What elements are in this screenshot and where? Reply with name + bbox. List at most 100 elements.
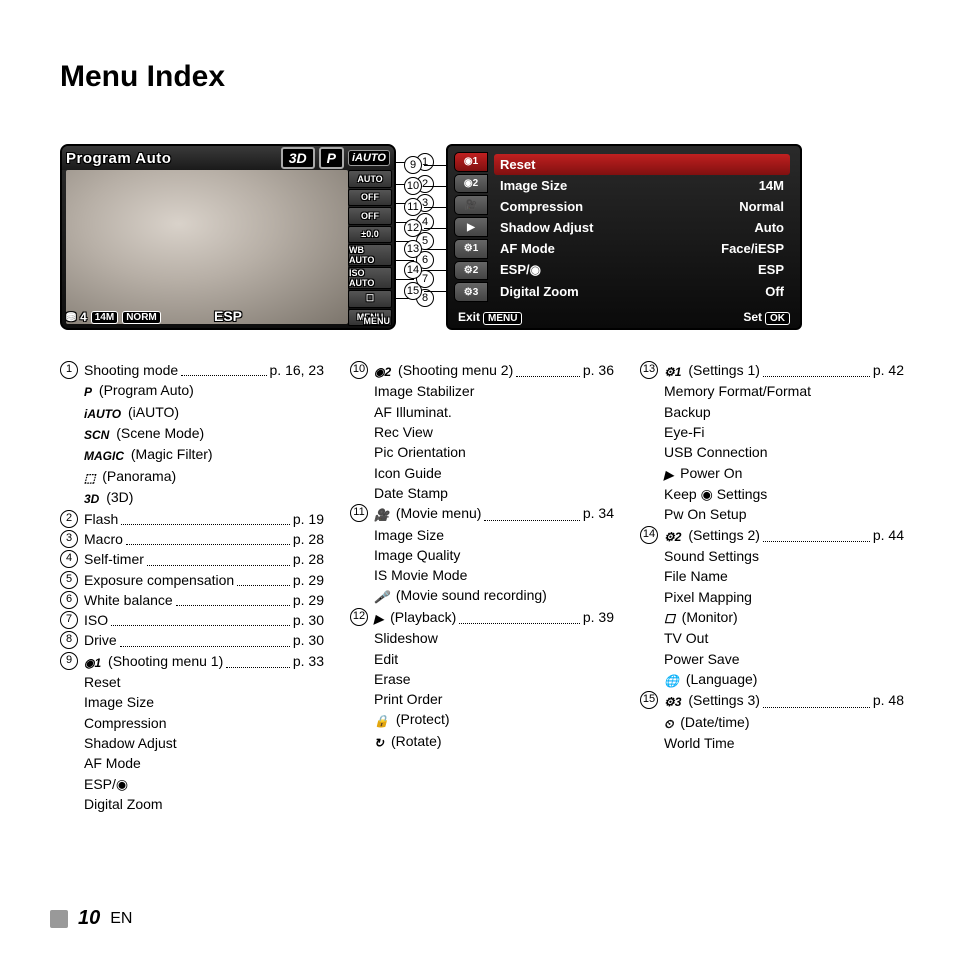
menu-tab[interactable]: ⚙3 <box>454 282 488 302</box>
index-sub: Image Size <box>374 525 614 545</box>
index-entry: 5Exposure compensation p. 29 <box>60 570 324 590</box>
menu-tab[interactable]: ⚙2 <box>454 261 488 281</box>
index-sub: P (Program Auto) <box>84 380 324 401</box>
index-sub: Pixel Mapping <box>664 587 904 607</box>
menu-screen: 9101112131415 ◉1◉2🎥▶⚙1⚙2⚙3 ResetImage Si… <box>446 144 802 330</box>
index-sub: Date Stamp <box>374 483 614 503</box>
side-item: OFF <box>348 189 392 207</box>
index-entry: 6White balance p. 29 <box>60 590 324 610</box>
index-sub: ↻ (Rotate) <box>374 731 614 752</box>
menu-tab[interactable]: ▶ <box>454 217 488 237</box>
mode-iauto-chip: iAUTO <box>348 150 390 166</box>
shooting-screen: Program Auto 3D P iAUTO AUTOOFFOFF±0.0WB… <box>60 144 396 330</box>
index-entry: 11🎥 (Movie menu) p. 34 <box>350 503 614 524</box>
index-sub: Sound Settings <box>664 546 904 566</box>
mode-3d-chip: 3D <box>281 147 315 169</box>
menu-row[interactable]: Reset <box>494 154 790 175</box>
index-sub: Compression <box>84 713 324 733</box>
index-sub: AF Illuminat. <box>374 402 614 422</box>
image-size-pill: 14M <box>91 311 118 324</box>
index-sub: ESP/◉ <box>84 774 324 794</box>
menu-tab[interactable]: 🎥 <box>454 195 488 215</box>
quality-pill: NORM <box>122 311 161 324</box>
menu-tab[interactable]: ⚙1 <box>454 239 488 259</box>
index-sub: File Name <box>664 566 904 586</box>
index-sub: Rec View <box>374 422 614 442</box>
mode-p-chip: P <box>319 147 344 169</box>
side-item: ±0.0 <box>348 226 392 244</box>
index-sub: IS Movie Mode <box>374 565 614 585</box>
index-sub: ☐ (Monitor) <box>664 607 904 628</box>
menu-row[interactable]: Shadow AdjustAuto <box>494 217 790 238</box>
index-sub: Erase <box>374 669 614 689</box>
menu-index: 1Shooting mode p. 16, 23P (Program Auto)… <box>60 360 904 814</box>
menu-row[interactable]: Image Size14M <box>494 175 790 196</box>
index-sub: Print Order <box>374 689 614 709</box>
index-entry: 13⚙1 (Settings 1) p. 42 <box>640 360 904 381</box>
callout-10: 10 <box>404 177 446 195</box>
metering-label: ESP <box>214 308 242 324</box>
index-sub: Memory Format/Format <box>664 381 904 401</box>
index-sub: SCN (Scene Mode) <box>84 423 324 444</box>
index-sub: Power Save <box>664 649 904 669</box>
index-sub: Icon Guide <box>374 463 614 483</box>
index-sub: 🌐 (Language) <box>664 669 904 690</box>
index-sub: Pic Orientation <box>374 442 614 462</box>
index-sub: Shadow Adjust <box>84 733 324 753</box>
index-entry: 1Shooting mode p. 16, 23 <box>60 360 324 380</box>
menu-row[interactable]: ESP/◉ESP <box>494 259 790 281</box>
side-item: AUTO <box>348 170 392 188</box>
index-sub: Backup <box>664 402 904 422</box>
page-title: Menu Index <box>60 60 904 94</box>
index-entry: 3Macro p. 28 <box>60 529 324 549</box>
index-sub: Digital Zoom <box>84 794 324 814</box>
index-sub: Slideshow <box>374 628 614 648</box>
page-footer: 10 EN <box>50 907 132 930</box>
index-sub: USB Connection <box>664 442 904 462</box>
exit-label: Exit <box>458 310 480 324</box>
menu-key: MENU <box>483 312 522 325</box>
index-entry: 14⚙2 (Settings 2) p. 44 <box>640 525 904 546</box>
index-sub: iAUTO (iAUTO) <box>84 402 324 423</box>
ok-key: OK <box>765 312 790 325</box>
side-item: ☐ <box>348 290 392 308</box>
callout-13: 13 <box>404 240 446 258</box>
callout-15: 15 <box>404 282 446 300</box>
index-sub: Pw On Setup <box>664 504 904 524</box>
index-sub: Image Quality <box>374 545 614 565</box>
index-sub: AF Mode <box>84 753 324 773</box>
sd-icon: ⛃ <box>66 310 76 324</box>
menu-row[interactable]: CompressionNormal <box>494 196 790 217</box>
index-sub: ▶ Power On <box>664 463 904 484</box>
mode-label: Program Auto <box>66 150 171 167</box>
menu-tab[interactable]: ◉2 <box>454 174 488 194</box>
index-sub: World Time <box>664 733 904 753</box>
index-sub: Reset <box>84 672 324 692</box>
menu-row[interactable]: Digital ZoomOff <box>494 281 790 302</box>
callout-11: 11 <box>404 198 446 216</box>
index-sub: Edit <box>374 649 614 669</box>
index-sub: 🔒 (Protect) <box>374 709 614 730</box>
page-number: 10 <box>78 907 100 930</box>
index-sub: ⏲ (Date/time) <box>664 712 904 733</box>
index-entry: 15⚙3 (Settings 3) p. 48 <box>640 690 904 711</box>
callout-12: 12 <box>404 219 446 237</box>
side-item: WB AUTO <box>348 244 392 266</box>
index-sub: Image Size <box>84 692 324 712</box>
index-sub: MAGIC (Magic Filter) <box>84 444 324 465</box>
shots-remaining: 4 <box>80 310 87 324</box>
menu-label: MENU <box>364 316 391 326</box>
menu-row[interactable]: AF ModeFace/iESP <box>494 238 790 259</box>
index-sub: ⬚ (Panorama) <box>84 466 324 487</box>
index-sub: 3D (3D) <box>84 487 324 508</box>
menu-tab[interactable]: ◉1 <box>454 152 488 172</box>
set-label: Set <box>743 310 762 324</box>
index-sub: TV Out <box>664 628 904 648</box>
index-sub: Image Stabilizer <box>374 381 614 401</box>
index-entry: 12▶ (Playback) p. 39 <box>350 607 614 628</box>
index-entry: 4Self-timer p. 28 <box>60 549 324 569</box>
index-sub: 🎤 (Movie sound recording) <box>374 585 614 606</box>
index-entry: 2Flash p. 19 <box>60 509 324 529</box>
index-sub: Eye-Fi <box>664 422 904 442</box>
side-item: OFF <box>348 207 392 225</box>
